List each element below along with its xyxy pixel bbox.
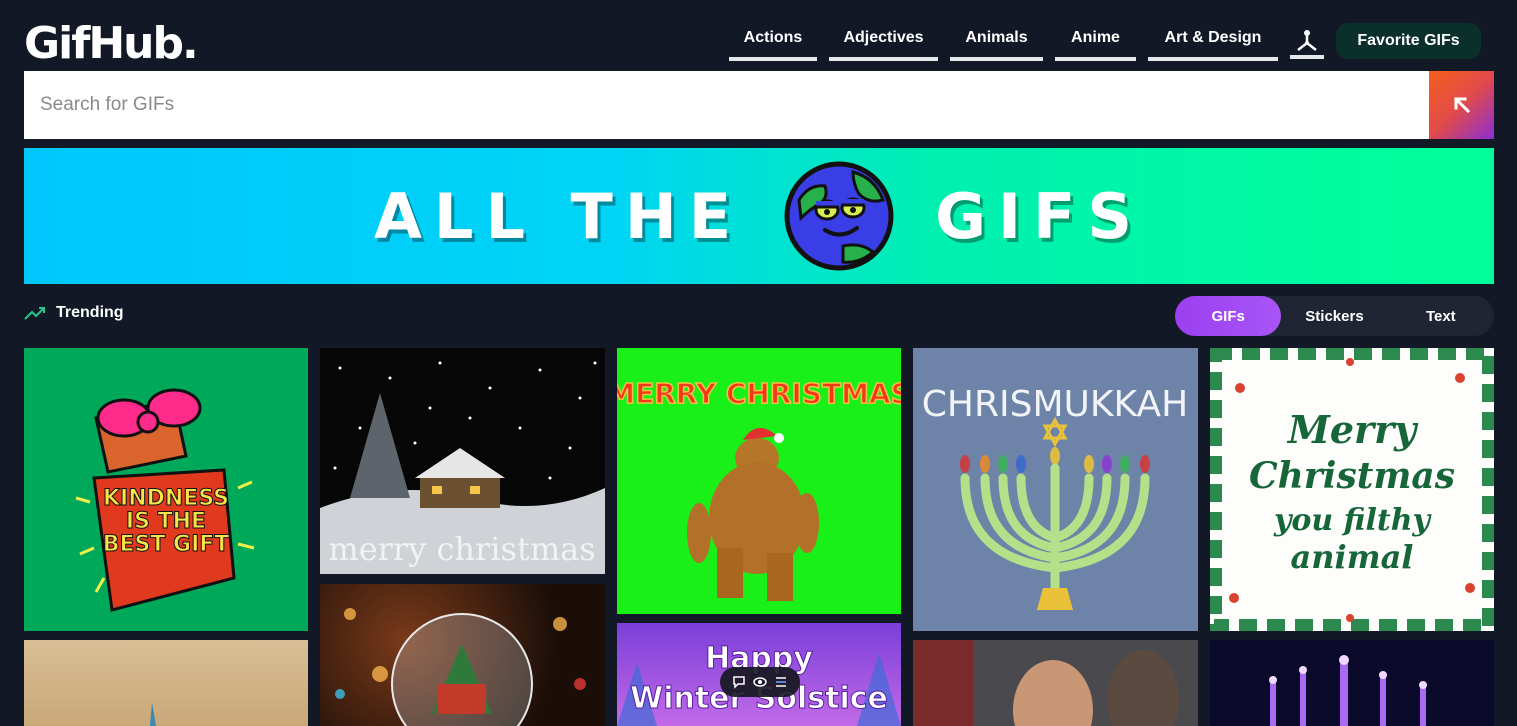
more-categories-icon[interactable] <box>1290 23 1324 59</box>
search-bar <box>24 71 1494 139</box>
snow-globe-image <box>335 608 586 726</box>
gif-caption-line-1: KINDNESS <box>103 486 229 511</box>
nav-item-actions[interactable]: Actions <box>729 20 817 61</box>
eye-icon[interactable] <box>753 675 767 689</box>
menorah-tree-image: CHRISMUKKAH <box>922 384 1188 610</box>
gift-box-image: KINDNESS IS THE BEST GIFT <box>75 388 255 612</box>
banner-text-right: GIFS <box>935 179 1145 253</box>
holly-wreath-image: Merry Christmas you filthy animal <box>1210 348 1494 631</box>
gif-caption-line-4: animal <box>1291 538 1414 576</box>
tab-text[interactable]: Text <box>1388 296 1494 336</box>
snowy-village-image: merry christmas <box>320 361 605 574</box>
gif-caption: merry christmas <box>328 530 595 568</box>
gif-tile[interactable] <box>1210 640 1494 726</box>
tab-gifs[interactable]: GIFs <box>1175 296 1282 336</box>
gif-tile[interactable]: CHRISMUKKAH <box>913 348 1198 631</box>
gif-tile[interactable] <box>913 640 1198 726</box>
list-icon[interactable] <box>774 675 788 689</box>
nav-item-adjectives[interactable]: Adjectives <box>829 20 938 61</box>
header: GifHub. Actions Adjectives Animals Anime… <box>24 14 1493 69</box>
fireworks-image <box>1269 655 1427 726</box>
category-nav: Actions Adjectives Animals Anime Art & D… <box>729 20 1481 61</box>
movie-scene-image <box>913 640 1179 726</box>
site-logo[interactable]: GifHub. <box>24 18 199 69</box>
content-type-tabs: GIFs Stickers Text <box>1175 296 1494 336</box>
gif-tile[interactable]: Merry Christmas you filthy animal <box>1210 348 1494 631</box>
search-button[interactable] <box>1429 71 1494 139</box>
comment-icon[interactable] <box>732 675 746 689</box>
tab-stickers[interactable]: Stickers <box>1281 296 1387 336</box>
gif-tile[interactable] <box>320 584 605 726</box>
gif-tile[interactable]: merry christmas <box>320 348 605 574</box>
search-input[interactable] <box>24 71 1429 139</box>
nav-item-art-design[interactable]: Art & Design <box>1148 20 1278 61</box>
gif-tile[interactable]: KINDNESS IS THE BEST GIFT <box>24 348 308 631</box>
dancing-bear-image: MERRY CHRISTMAS <box>617 376 901 601</box>
gif-thumbnail <box>150 702 156 726</box>
promo-banner[interactable]: ALL THE GIFS <box>24 148 1494 284</box>
gif-caption: MERRY CHRISTMAS <box>617 377 901 410</box>
nav-item-anime[interactable]: Anime <box>1055 20 1136 61</box>
trending-icon <box>24 307 45 320</box>
trending-heading: Trending <box>24 304 124 322</box>
gif-caption-line-2: Christmas <box>1249 455 1455 497</box>
arrow-up-left-icon <box>1453 96 1470 114</box>
gif-caption-line-2: IS THE <box>126 509 206 534</box>
floating-toolbar <box>720 667 800 697</box>
banner-text-left: ALL THE <box>373 179 744 253</box>
trending-label: Trending <box>56 304 124 321</box>
globe-mascot-icon <box>784 161 894 271</box>
gif-caption-line-3: you filthy <box>1273 503 1433 538</box>
gif-tile[interactable]: MERRY CHRISTMAS <box>617 348 901 614</box>
gif-caption-line-1: Merry <box>1286 407 1419 452</box>
gif-caption-line-3: BEST GIFT <box>103 532 230 557</box>
nav-item-animals[interactable]: Animals <box>950 20 1043 61</box>
favorite-gifs-button[interactable]: Favorite GIFs <box>1336 22 1481 59</box>
gif-tile[interactable] <box>24 640 308 726</box>
